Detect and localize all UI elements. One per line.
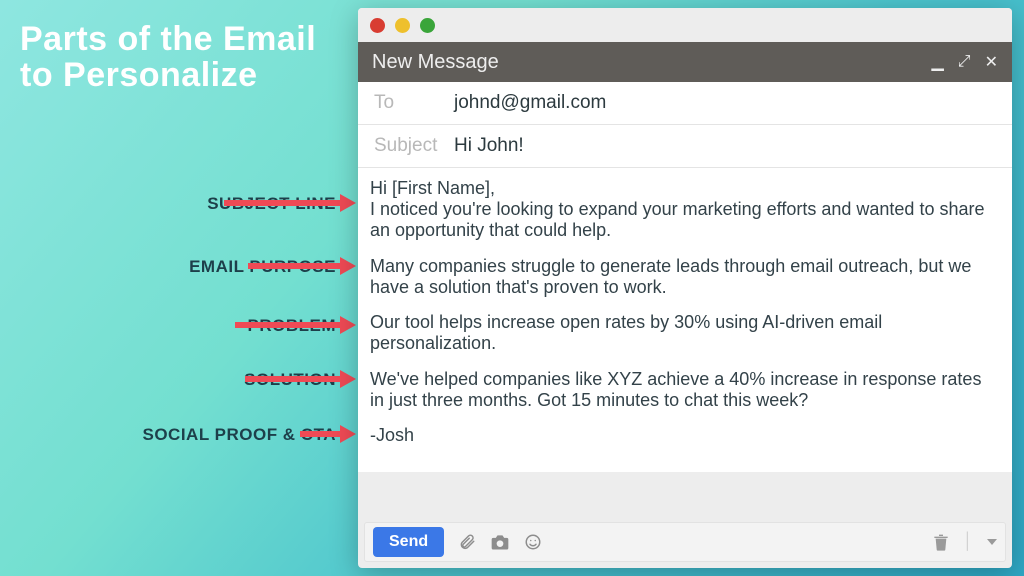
zoom-dot-icon[interactable] — [420, 18, 435, 33]
expand-icon[interactable]: ⤢ — [958, 53, 971, 71]
to-value: johnd@gmail.com — [454, 92, 606, 114]
label-social-proof-cta: SOCIAL PROOF & CTA — [143, 425, 337, 445]
compose-header-actions: ▁ ⤢ ✕ — [931, 52, 998, 72]
to-label: To — [374, 92, 454, 114]
compose-header: New Message ▁ ⤢ ✕ — [358, 42, 1012, 82]
compose-window: New Message ▁ ⤢ ✕ To johnd@gmail.com Sub… — [358, 8, 1012, 568]
email-body[interactable]: Hi [First Name], I noticed you're lookin… — [358, 168, 1012, 472]
subject-value: Hi John! — [454, 135, 524, 157]
body-problem: Many companies struggle to generate lead… — [370, 256, 996, 298]
body-greeting: Hi [First Name], — [370, 178, 495, 198]
minimize-dot-icon[interactable] — [395, 18, 410, 33]
close-dot-icon[interactable] — [370, 18, 385, 33]
title-line-2: to Personalize — [20, 56, 258, 94]
emoji-icon[interactable] — [524, 533, 542, 551]
close-icon[interactable]: ✕ — [985, 52, 998, 72]
compose-title: New Message — [372, 51, 499, 74]
label-email-purpose: EMAIL PURPOSE — [189, 257, 336, 277]
camera-icon[interactable] — [490, 533, 510, 551]
compose-toolbar: Send │ — [364, 522, 1006, 562]
body-purpose: I noticed you're looking to expand your … — [370, 199, 984, 240]
label-problem: PROBLEM — [248, 316, 337, 336]
trash-icon[interactable] — [933, 533, 949, 551]
slide-title: Parts of the Email to Personalize — [20, 22, 316, 93]
label-subject-line: SUBJECT LINE — [207, 194, 336, 214]
body-social-cta: We've helped companies like XYZ achieve … — [370, 369, 996, 411]
subject-label: Subject — [374, 135, 454, 157]
to-field[interactable]: To johnd@gmail.com — [358, 82, 1012, 125]
title-line-1: Parts of the Email — [20, 20, 316, 58]
window-traffic-lights — [358, 8, 1012, 42]
attachment-icon[interactable] — [458, 533, 476, 551]
label-solution: SOLUTION — [244, 370, 336, 390]
body-signature: -Josh — [370, 425, 996, 446]
body-solution: Our tool helps increase open rates by 30… — [370, 312, 996, 354]
more-options-icon[interactable] — [987, 539, 997, 545]
send-button[interactable]: Send — [373, 527, 444, 557]
subject-field[interactable]: Subject Hi John! — [358, 125, 1012, 168]
minimize-icon[interactable]: ▁ — [931, 52, 943, 72]
